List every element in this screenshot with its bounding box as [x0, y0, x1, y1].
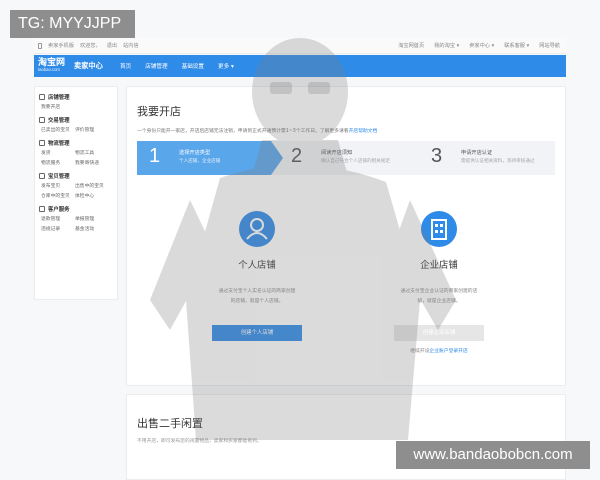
intro-text: 一个身份只能开一家店，开店后店铺无法注销，申请到正式开通预计需1~3个工作日。了… — [137, 129, 378, 134]
nav-store-management[interactable]: 店铺管理 — [145, 62, 167, 70]
logout-link[interactable]: 退出 — [107, 42, 117, 49]
personal-store-title: 个人店铺 — [238, 260, 276, 271]
sidebar-item-health-check[interactable]: 体检中心 — [75, 192, 109, 199]
top-watermark: TG: MYYJJPP — [10, 10, 135, 38]
second-hand-title: 出售二手闲置 — [137, 417, 203, 430]
service-icon — [39, 205, 45, 212]
enterprise-login-hint: 继续开设企业账户登录开店 — [410, 349, 468, 354]
step-3: 3 申请开店认证 需提供认证相关资料，等待审核通过 — [431, 145, 535, 167]
help-doc-link[interactable]: 开店帮助文档 — [349, 129, 378, 134]
page-title: 我要开店 — [137, 105, 181, 118]
enterprise-store-desc-2: 铺，就是企业店铺。 — [417, 299, 461, 304]
sidebar-group-goods: 宝贝管理 发布宝贝 出售中的宝贝 仓库中的宝贝 体检中心 — [39, 171, 117, 199]
sidebar-item-violations[interactable]: 违规记录 — [41, 225, 75, 232]
nav-basic-settings[interactable]: 基础设置 — [182, 62, 204, 70]
sidebar-item-reports[interactable]: 举报管理 — [75, 215, 109, 222]
nav-more[interactable]: 更多 — [218, 62, 234, 70]
sidebar-item-refunds[interactable]: 退款管理 — [41, 215, 75, 222]
sidebar-item-sold-items[interactable]: 已卖出的宝贝 — [41, 126, 75, 133]
sidebar-group-service: 客户服务 退款管理 举报管理 违规记录 基金活动 — [39, 204, 117, 232]
sidebar-item-fund-events[interactable]: 基金活动 — [75, 225, 109, 232]
sidebar-item-logistics-tools[interactable]: 物流工具 — [75, 149, 109, 156]
sidebar: 店铺管理 我要开店 交易管理 已卖出的宝贝 评价管理 物流管理 发货 物流工具 … — [34, 86, 118, 300]
second-hand-desc: 不用开店，即可发布您的闲置物品，卖家和买家都能看到。 — [137, 439, 262, 444]
step-2: 2 阅读开店须知 确认自己符合个人店铺的相关规定 — [291, 145, 390, 167]
enterprise-login-link[interactable]: 企业账户登录开店 — [429, 349, 467, 354]
seller-center-title: 卖家中心 — [74, 61, 103, 70]
utility-bar: 卖家手机版 欢迎您， 退出 站内信 淘宝网首页 我的淘宝 ▾ 卖家中心 ▾ 联系… — [34, 38, 566, 54]
enterprise-store-desc-1: 通过支付宝企业认证的商家创建的店 — [400, 289, 478, 294]
my-taobao-menu[interactable]: 我的淘宝 ▾ — [434, 42, 459, 49]
create-personal-store-button[interactable]: 创建个人店铺 — [212, 325, 302, 341]
main-navbar: 淘宝网 taobao.com 卖家中心 首页 店铺管理 基础设置 更多 — [34, 55, 566, 77]
sidebar-item-open-store[interactable]: 我要开店 — [41, 103, 75, 110]
personal-store-desc-2: 的店铺，就是个人店铺。 — [230, 299, 284, 304]
personal-store-desc-1: 通过支付宝个人实名认证的商家创建 — [218, 289, 296, 294]
store-icon — [39, 93, 45, 100]
sidebar-group-trade: 交易管理 已卖出的宝贝 评价管理 — [39, 115, 117, 133]
sidebar-item-ship[interactable]: 发货 — [41, 149, 75, 156]
mobile-seller-link[interactable]: 卖家手机版 — [48, 42, 74, 49]
sidebar-item-send-express[interactable]: 我要寄快递 — [75, 159, 109, 166]
personal-store-option: 个人店铺 通过支付宝个人实名认证的商家创建 的店铺，就是个人店铺。 创建个人店铺 — [177, 211, 337, 341]
seller-center-menu[interactable]: 卖家中心 ▾ — [469, 42, 494, 49]
sidebar-item-on-sale[interactable]: 出售中的宝贝 — [75, 182, 109, 189]
sidebar-group-store: 店铺管理 我要开店 — [39, 92, 117, 110]
goods-icon — [39, 172, 45, 179]
step-1: 1 选择开店类型 个人店铺，企业店铺 — [149, 145, 221, 167]
sidebar-item-publish[interactable]: 发布宝贝 — [41, 182, 75, 189]
create-enterprise-store-button[interactable]: 创建企业店铺 — [394, 325, 484, 341]
sidebar-item-reviews[interactable]: 评价管理 — [75, 126, 109, 133]
messages-link[interactable]: 站内信 — [123, 42, 139, 49]
logistics-icon — [39, 139, 45, 146]
nav-home[interactable]: 首页 — [120, 62, 131, 70]
person-icon — [239, 211, 275, 247]
trade-icon — [39, 116, 45, 123]
sidebar-item-warehouse[interactable]: 仓库中的宝贝 — [41, 192, 75, 199]
seller-center-page: 卖家手机版 欢迎您， 退出 站内信 淘宝网首页 我的淘宝 ▾ 卖家中心 ▾ 联系… — [0, 0, 600, 480]
building-icon — [421, 211, 457, 247]
site-nav-menu[interactable]: 网站导航 — [539, 42, 560, 49]
enterprise-store-option: 企业店铺 通过支付宝企业认证的商家创建的店 铺，就是企业店铺。 创建企业店铺 继… — [359, 211, 519, 354]
sidebar-group-logistics: 物流管理 发货 物流工具 物流服务 我要寄快递 — [39, 138, 117, 166]
welcome-text: 欢迎您， — [79, 43, 101, 49]
phone-icon — [38, 42, 42, 49]
contact-service-menu[interactable]: 联系客服 ▾ — [504, 42, 529, 49]
open-store-card: 我要开店 一个身份只能开一家店，开店后店铺无法注销，申请到正式开通预计需1~3个… — [126, 86, 566, 386]
sidebar-item-logistics-service[interactable]: 物流服务 — [41, 159, 75, 166]
url-watermark: www.bandaobobcn.com — [396, 441, 590, 469]
step-progress: 1 选择开店类型 个人店铺，企业店铺 2 阅读开店须知 确认自己符合个人店铺的相… — [137, 141, 555, 175]
taobao-home-link[interactable]: 淘宝网首页 — [398, 42, 424, 49]
enterprise-store-title: 企业店铺 — [420, 260, 458, 271]
taobao-logo[interactable]: 淘宝网 taobao.com — [38, 58, 65, 73]
